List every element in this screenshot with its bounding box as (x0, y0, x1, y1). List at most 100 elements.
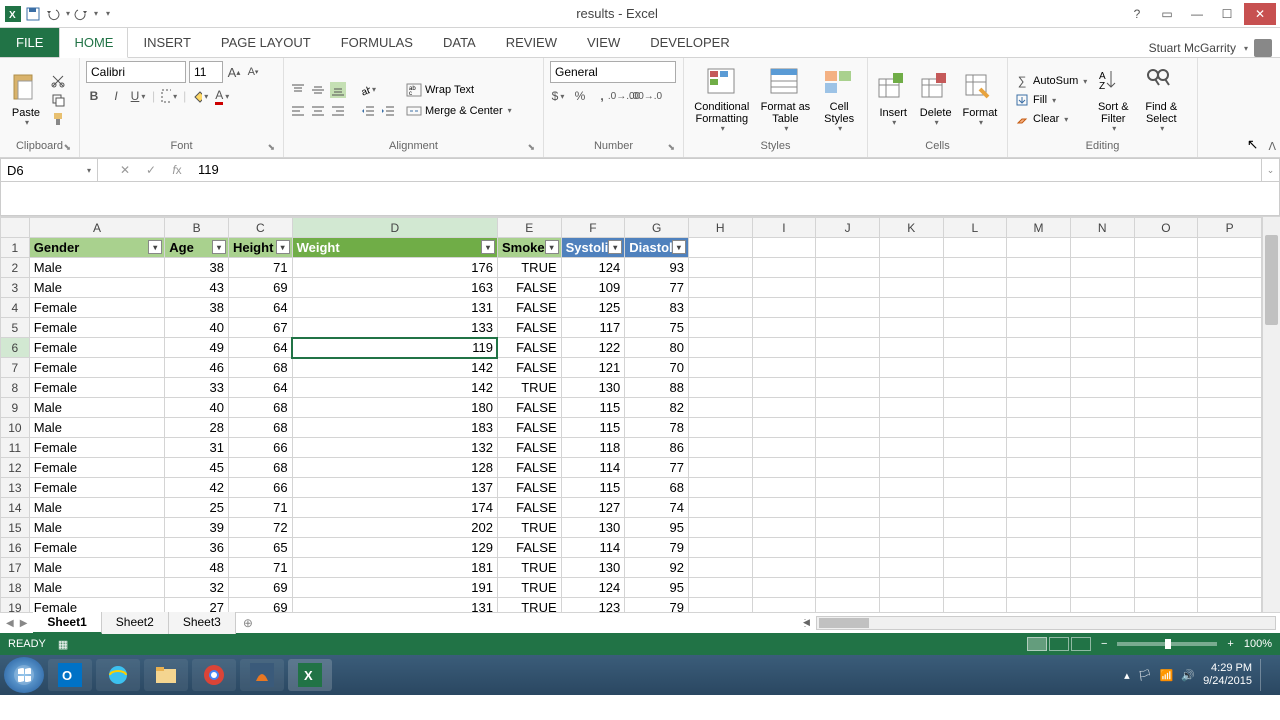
grid-cell[interactable] (816, 338, 880, 358)
grid-cell[interactable] (1070, 278, 1134, 298)
grid-cell[interactable]: FALSE (497, 498, 561, 518)
font-color-icon[interactable]: A▾ (214, 88, 230, 104)
grid-cell[interactable] (1070, 558, 1134, 578)
grid-cell[interactable] (943, 418, 1007, 438)
horizontal-scrollbar[interactable]: ◀ ▶ (816, 616, 1276, 630)
grid-cell[interactable]: TRUE (497, 378, 561, 398)
formula-input[interactable]: 119 (190, 158, 1262, 182)
col-header-E[interactable]: E (497, 218, 561, 238)
grid-cell[interactable] (1070, 338, 1134, 358)
grid-cell[interactable]: 92 (625, 558, 689, 578)
grid-cell[interactable] (943, 598, 1007, 613)
grid-cell[interactable] (1134, 358, 1198, 378)
row-header-18[interactable]: 18 (1, 578, 30, 598)
grid-cell[interactable]: 38 (165, 298, 229, 318)
maximize-icon[interactable]: ☐ (1214, 5, 1240, 23)
grid-cell[interactable] (879, 498, 943, 518)
grid-cell[interactable]: 67 (228, 318, 292, 338)
col-header-D[interactable]: D (292, 218, 497, 238)
grid-cell[interactable]: 130 (561, 378, 625, 398)
grid-cell[interactable] (879, 338, 943, 358)
grid-cell[interactable] (1134, 538, 1198, 558)
grid-cell[interactable]: 78 (625, 418, 689, 438)
grid-cell[interactable]: 25 (165, 498, 229, 518)
grid-cell[interactable] (1198, 418, 1262, 438)
sheet-tab-sheet1[interactable]: Sheet1 (33, 612, 101, 634)
grid-cell[interactable]: 66 (228, 438, 292, 458)
font-name-combo[interactable] (86, 61, 186, 83)
grid-cell[interactable]: 74 (625, 498, 689, 518)
grid-cell[interactable]: 38 (165, 258, 229, 278)
account-name[interactable]: Stuart McGarrity (1149, 41, 1236, 55)
grid-cell[interactable]: 128 (292, 458, 497, 478)
row-header-1[interactable]: 1 (1, 238, 30, 258)
tray-volume-icon[interactable]: 🔊 (1181, 669, 1195, 682)
grid-cell[interactable] (1198, 458, 1262, 478)
enter-formula-icon[interactable]: ✓ (138, 163, 164, 177)
grid-cell[interactable] (816, 518, 880, 538)
grid-cell[interactable]: 72 (228, 518, 292, 538)
currency-icon[interactable]: $▾ (550, 88, 566, 104)
grid-cell[interactable] (752, 278, 816, 298)
grid-cell[interactable]: 124 (561, 258, 625, 278)
grid-cell[interactable] (752, 478, 816, 498)
grid-cell[interactable]: Female (29, 438, 165, 458)
grid-cell[interactable]: 45 (165, 458, 229, 478)
grid-cell[interactable]: Male (29, 418, 165, 438)
grid-cell[interactable] (1134, 238, 1198, 258)
col-header-G[interactable]: G (625, 218, 689, 238)
tab-formulas[interactable]: FORMULAS (326, 27, 428, 57)
grid-cell[interactable] (816, 438, 880, 458)
grid-cell[interactable] (1134, 458, 1198, 478)
grid-cell[interactable]: 115 (561, 418, 625, 438)
grid-cell[interactable]: 28 (165, 418, 229, 438)
grid-cell[interactable] (1198, 558, 1262, 578)
grid-cell[interactable]: 122 (561, 338, 625, 358)
grid-cell[interactable]: 118 (561, 438, 625, 458)
grid-cell[interactable] (879, 358, 943, 378)
grid-cell[interactable]: 180 (292, 398, 497, 418)
grid-cell[interactable]: 123 (561, 598, 625, 613)
grid-cell[interactable] (1134, 558, 1198, 578)
grid-cell[interactable] (1007, 538, 1071, 558)
grid-cell[interactable] (943, 338, 1007, 358)
grid-cell[interactable] (1070, 238, 1134, 258)
grid-cell[interactable] (688, 558, 752, 578)
grid-cell[interactable]: FALSE (497, 398, 561, 418)
row-header-17[interactable]: 17 (1, 558, 30, 578)
grid-cell[interactable] (816, 538, 880, 558)
grid-cell[interactable] (688, 478, 752, 498)
grid-cell[interactable] (1134, 318, 1198, 338)
col-header-N[interactable]: N (1070, 218, 1134, 238)
sort-filter-button[interactable]: AZ Sort & Filter▾ (1091, 64, 1135, 136)
insert-function-icon[interactable]: fx (164, 163, 190, 177)
percent-icon[interactable]: % (572, 88, 588, 104)
grid-cell[interactable] (943, 358, 1007, 378)
decrease-font-icon[interactable]: A▾ (245, 64, 261, 80)
grid-cell[interactable] (1198, 598, 1262, 613)
grid-cell[interactable] (1070, 538, 1134, 558)
row-header-11[interactable]: 11 (1, 438, 30, 458)
grid-cell[interactable]: 48 (165, 558, 229, 578)
grid-cell[interactable] (879, 478, 943, 498)
cut-icon[interactable] (50, 73, 66, 89)
grid-cell[interactable]: TRUE (497, 598, 561, 613)
grid-cell[interactable]: FALSE (497, 438, 561, 458)
grid-cell[interactable] (752, 418, 816, 438)
col-header-P[interactable]: P (1198, 218, 1262, 238)
grid-cell[interactable]: Male (29, 558, 165, 578)
grid-cell[interactable] (1070, 478, 1134, 498)
grid-cell[interactable]: 69 (228, 278, 292, 298)
grid-cell[interactable]: 132 (292, 438, 497, 458)
grid-cell[interactable] (752, 258, 816, 278)
grid-cell[interactable] (1070, 358, 1134, 378)
normal-view-icon[interactable] (1027, 637, 1047, 651)
row-header-3[interactable]: 3 (1, 278, 30, 298)
grid-cell[interactable] (752, 458, 816, 478)
grid-cell[interactable] (752, 598, 816, 613)
grid-cell[interactable] (1134, 438, 1198, 458)
grid-cell[interactable] (1134, 478, 1198, 498)
grid-cell[interactable] (943, 258, 1007, 278)
find-select-button[interactable]: Find & Select▾ (1139, 64, 1183, 136)
tab-page-layout[interactable]: PAGE LAYOUT (206, 27, 326, 57)
